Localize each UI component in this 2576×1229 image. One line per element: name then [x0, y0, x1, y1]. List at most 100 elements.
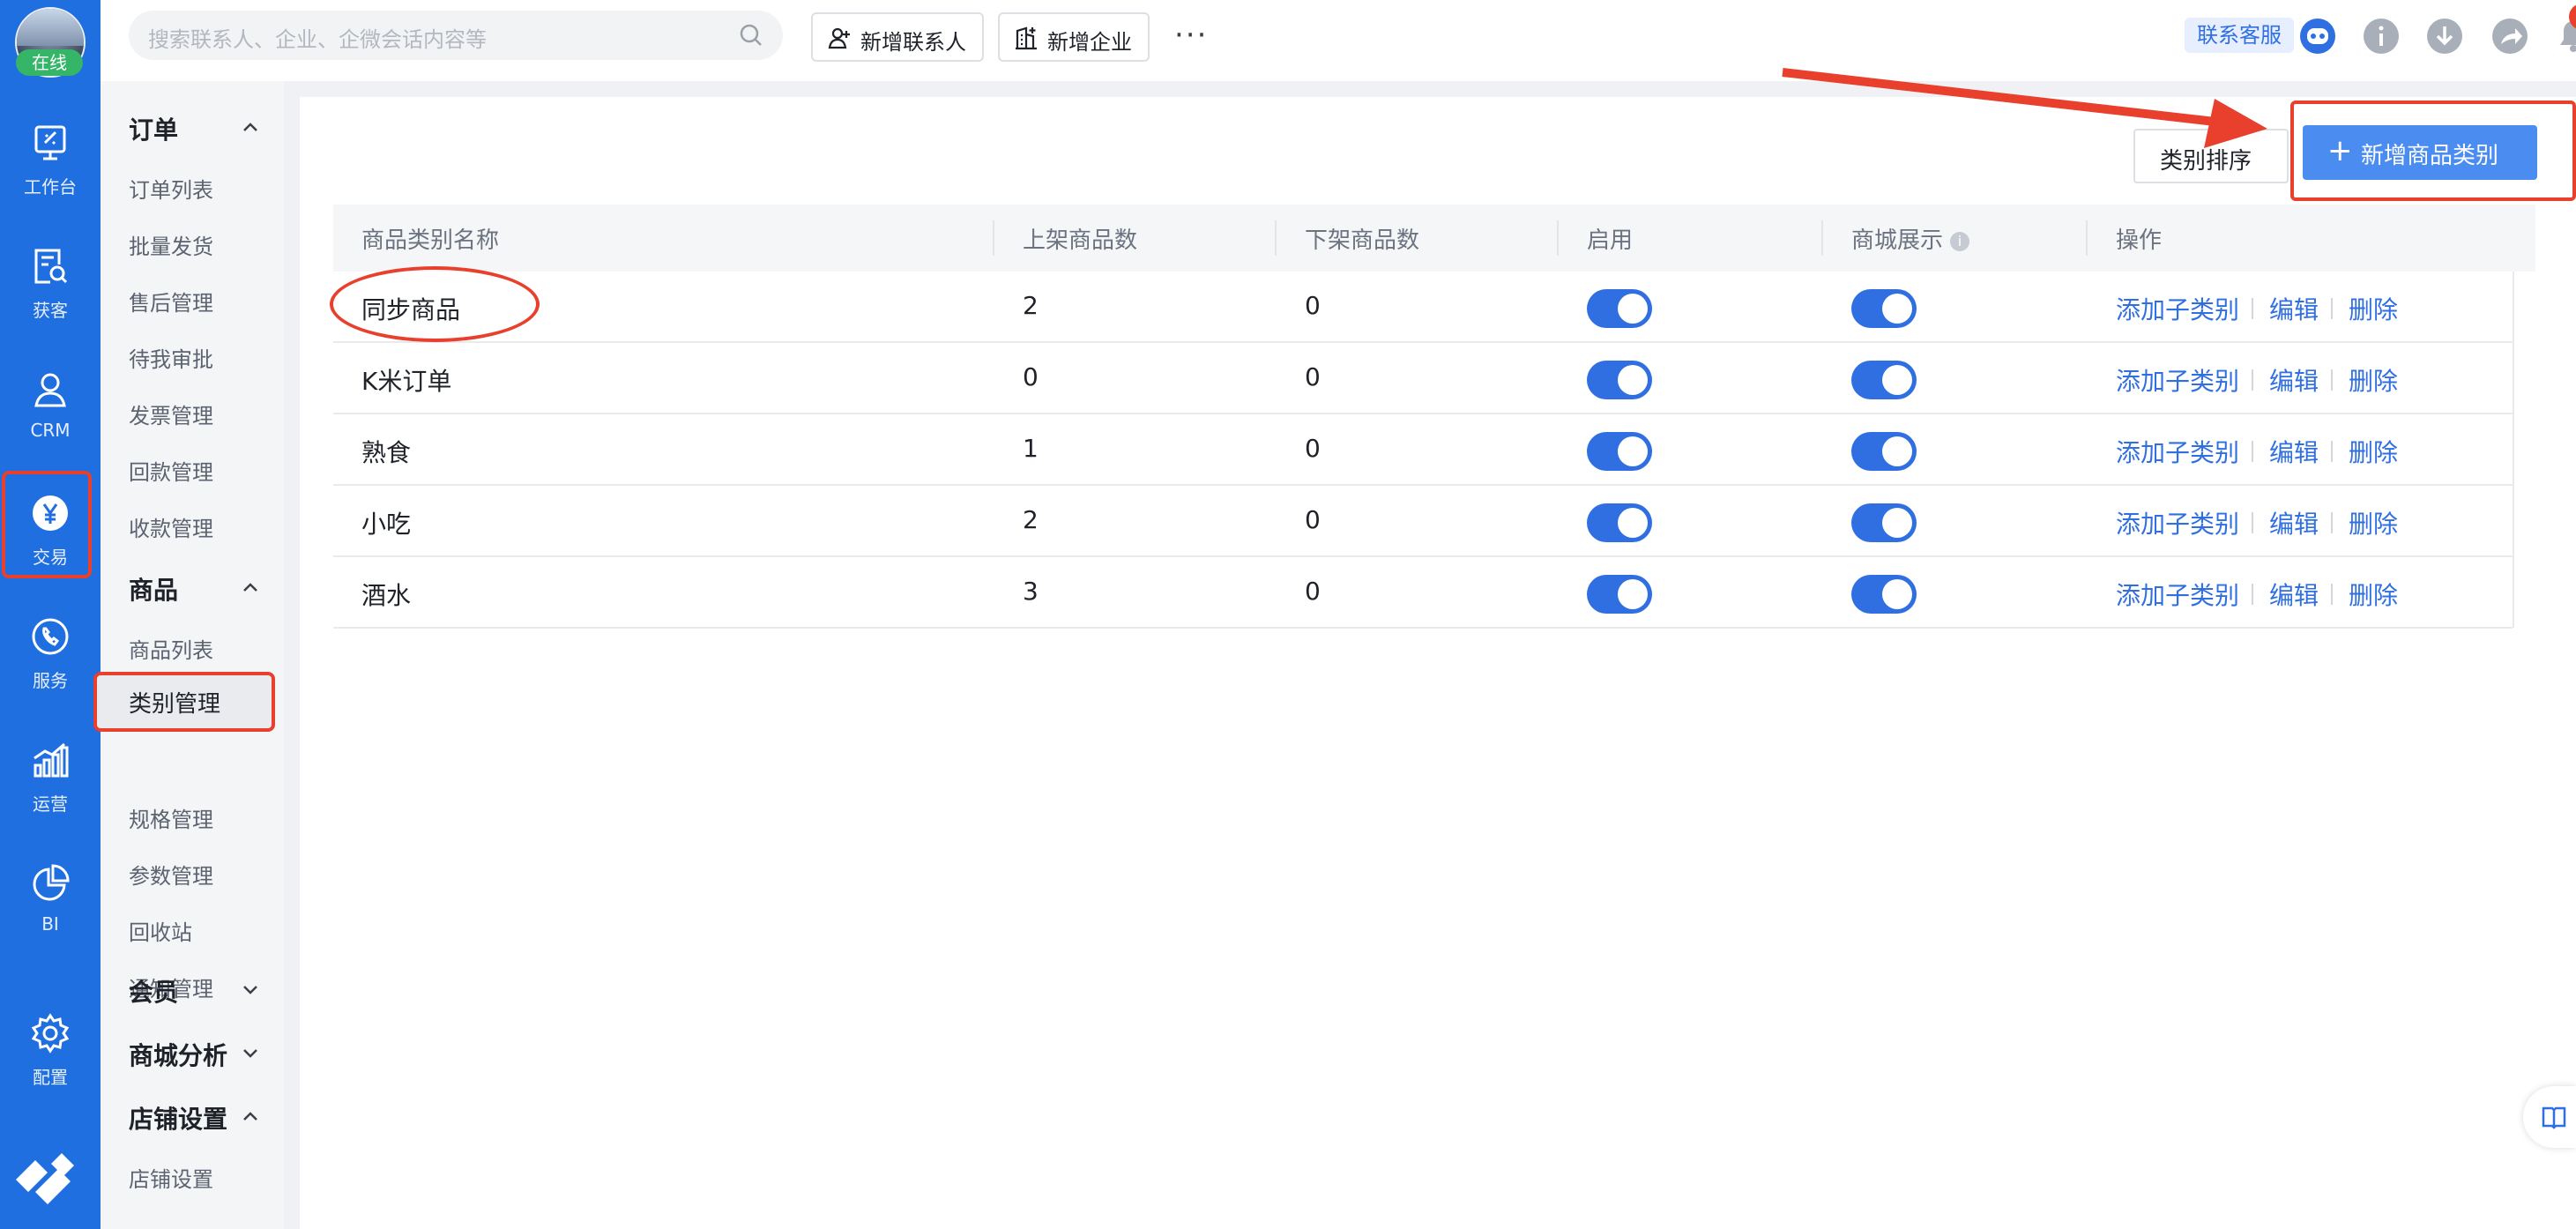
action-divider [2331, 441, 2333, 462]
delete-link[interactable]: 删除 [2349, 577, 2398, 612]
menu-item-batch-ship[interactable]: 批量发货 [129, 229, 213, 260]
col-header-mall-display: 商城展示 i [1851, 222, 1970, 255]
secondary-menu: 订单 订单列表 批量发货 售后管理 待我审批 发票管理 回款管理 收款管理 商品… [101, 81, 284, 1229]
menu-item-after-sales[interactable]: 售后管理 [129, 286, 213, 317]
delete-link[interactable]: 删除 [2349, 434, 2398, 469]
chevron-down-icon[interactable] [240, 1042, 261, 1063]
download-icon[interactable] [2426, 18, 2463, 55]
cell-category-name: K米订单 [361, 367, 452, 396]
add-category-label: 新增商品类别 [2361, 143, 2499, 169]
add-building-icon [1016, 26, 1037, 50]
cell-on-shelf-count: 2 [1023, 505, 1039, 534]
customer-service-button[interactable]: 联系客服 [2185, 18, 2294, 53]
enabled-toggle[interactable] [1587, 432, 1652, 471]
chevron-down-icon[interactable] [240, 979, 261, 1000]
menu-group-orders[interactable]: 订单 [129, 111, 178, 146]
enabled-toggle[interactable] [1587, 503, 1652, 542]
add-subcategory-link[interactable]: 添加子类别 [2116, 577, 2239, 612]
chevron-up-icon[interactable] [240, 577, 261, 598]
chevron-up-icon[interactable] [240, 1106, 261, 1127]
rail-item-operation[interactable]: 运营 [0, 739, 101, 853]
menu-item-store-settings[interactable]: 店铺设置 [129, 1162, 213, 1193]
menu-item-recycle-bin[interactable]: 回收站 [129, 915, 192, 946]
add-subcategory-link[interactable]: 添加子类别 [2116, 434, 2239, 469]
left-nav-rail: 在线 工作台 获客 CRM 交易 服务 运营 BI 配置 [0, 0, 101, 1229]
table-row: 熟食 1 0 添加子类别 编辑 删除 [333, 414, 2513, 486]
col-header-enabled: 启用 [1587, 227, 1634, 254]
table-scrollbar[interactable] [2513, 272, 2535, 628]
col-divider [1275, 220, 1277, 256]
delete-link[interactable]: 删除 [2349, 505, 2398, 540]
table-header: 商品类别名称 上架商品数 下架商品数 启用 商城展示 i 操作 [333, 205, 2535, 272]
cell-category-name: 小吃 [361, 510, 412, 539]
mall-display-toggle[interactable] [1851, 575, 1917, 614]
info-icon[interactable] [2363, 18, 2400, 55]
menu-item-collections[interactable]: 收款管理 [129, 511, 213, 542]
mall-display-toggle[interactable] [1851, 289, 1917, 328]
add-category-button[interactable]: + 新增商品类别 [2303, 125, 2537, 180]
mall-display-toggle[interactable] [1851, 503, 1917, 542]
edit-link[interactable]: 编辑 [2269, 291, 2319, 326]
edit-link[interactable]: 编辑 [2269, 434, 2319, 469]
add-contact-label: 新增联系人 [860, 30, 966, 55]
action-divider [2331, 584, 2333, 605]
rail-item-workbench[interactable]: 工作台 [0, 122, 101, 236]
menu-item-order-list[interactable]: 订单列表 [129, 173, 213, 204]
rail-item-crm[interactable]: CRM [0, 369, 101, 483]
plus-icon: + [2327, 133, 2353, 168]
menu-group-members[interactable]: 会员 [129, 973, 178, 1009]
phone-icon [32, 618, 69, 655]
action-divider [2252, 584, 2253, 605]
add-company-button[interactable]: 新增企业 [998, 12, 1150, 62]
menu-item-specs[interactable]: 规格管理 [129, 802, 213, 833]
global-search-input[interactable]: 搜索联系人、企业、企微会话内容等 [129, 11, 783, 60]
add-contact-button[interactable]: 新增联系人 [811, 12, 984, 62]
robot-assistant-icon[interactable] [2299, 18, 2336, 55]
add-subcategory-link[interactable]: 添加子类别 [2116, 291, 2239, 326]
action-divider [2252, 369, 2253, 391]
menu-item-category-label: 类别管理 [129, 691, 221, 718]
chevron-up-icon[interactable] [240, 116, 261, 138]
rail-item-service[interactable]: 服务 [0, 615, 101, 730]
edit-link[interactable]: 编辑 [2269, 362, 2319, 398]
annotation-circle-highlight [330, 266, 540, 342]
info-icon[interactable]: i [1950, 231, 1970, 251]
menu-item-invoices[interactable]: 发票管理 [129, 398, 213, 429]
rail-item-bi[interactable]: BI [0, 862, 101, 977]
menu-group-products[interactable]: 商品 [129, 571, 178, 607]
action-divider [2252, 298, 2253, 319]
menu-group-store-settings[interactable]: 店铺设置 [129, 1100, 227, 1136]
share-icon[interactable] [2491, 18, 2528, 55]
crm-person-icon [34, 373, 66, 407]
menu-item-product-list[interactable]: 商品列表 [129, 633, 213, 664]
online-status-badge: 在线 [16, 49, 83, 76]
edit-link[interactable]: 编辑 [2269, 505, 2319, 540]
category-sort-label: 类别排序 [2160, 148, 2252, 175]
mall-display-toggle[interactable] [1851, 361, 1917, 399]
enabled-toggle[interactable] [1587, 361, 1652, 399]
more-menu-button[interactable]: ··· [1174, 18, 1208, 53]
menu-item-payment-returns[interactable]: 回款管理 [129, 455, 213, 486]
menu-group-mall-analytics[interactable]: 商城分析 [129, 1037, 227, 1072]
top-bar: 搜索联系人、企业、企微会话内容等 新增联系人 新增企业 ··· 联系客服 3 [101, 0, 2576, 81]
rail-item-acquire[interactable]: 获客 [0, 245, 101, 360]
cell-on-shelf-count: 1 [1023, 434, 1039, 463]
rail-item-settings[interactable]: 配置 [0, 1012, 101, 1127]
add-person-icon [828, 27, 850, 49]
table-row: 小吃 2 0 添加子类别 编辑 删除 [333, 486, 2513, 557]
mall-display-toggle[interactable] [1851, 432, 1917, 471]
add-subcategory-link[interactable]: 添加子类别 [2116, 505, 2239, 540]
menu-item-params[interactable]: 参数管理 [129, 859, 213, 890]
category-sort-button[interactable]: 类别排序 [2133, 129, 2289, 183]
enabled-toggle[interactable] [1587, 575, 1652, 614]
menu-item-my-approvals[interactable]: 待我审批 [129, 342, 213, 373]
add-subcategory-link[interactable]: 添加子类别 [2116, 362, 2239, 398]
rail-item-label: 配置 [33, 1067, 68, 1088]
enabled-toggle[interactable] [1587, 289, 1652, 328]
workbench-icon [34, 125, 66, 160]
rail-item-label: 获客 [33, 300, 68, 321]
delete-link[interactable]: 删除 [2349, 362, 2398, 398]
edit-link[interactable]: 编辑 [2269, 577, 2319, 612]
delete-link[interactable]: 删除 [2349, 291, 2398, 326]
brand-logo-icon [16, 1153, 74, 1204]
